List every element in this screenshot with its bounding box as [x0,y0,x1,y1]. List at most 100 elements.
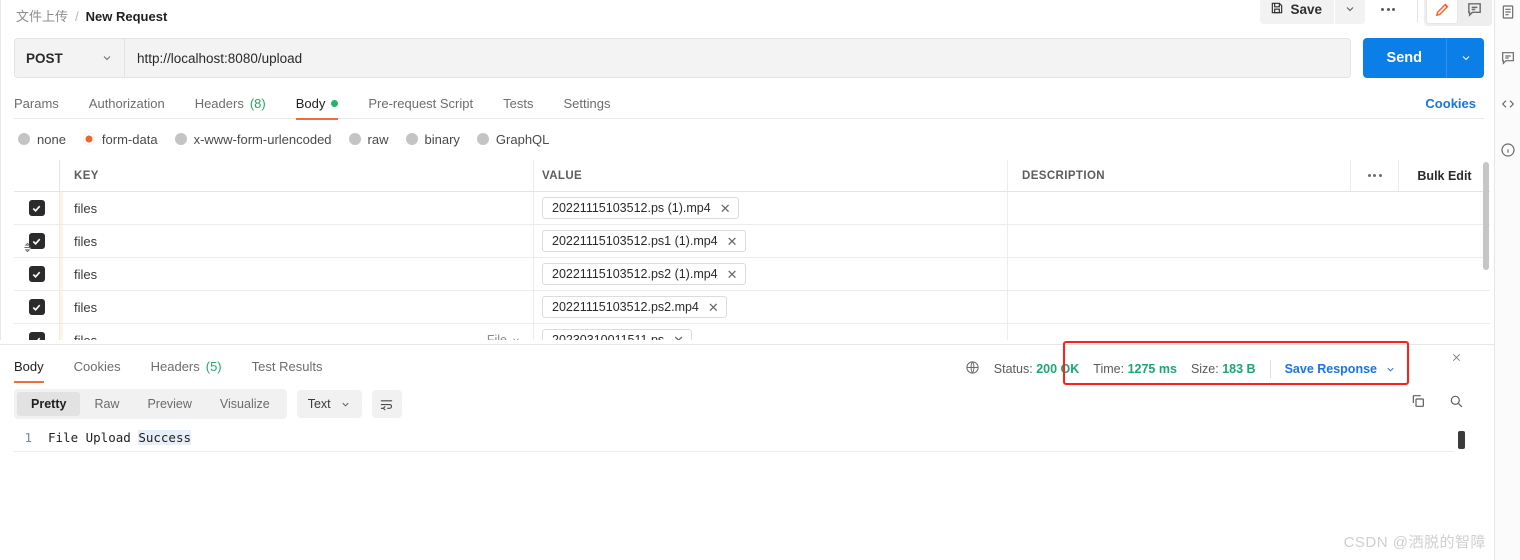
send-dropdown-button[interactable] [1446,38,1484,78]
row-description-cell[interactable] [1008,324,1490,340]
row-checkbox[interactable] [14,291,60,323]
remove-file-icon[interactable]: ✕ [673,334,684,341]
row-accent-strip [60,291,63,323]
bulk-edit-button[interactable]: Bulk Edit [1398,160,1490,191]
tab-headers[interactable]: Headers (8) [195,88,266,119]
edit-mode-button[interactable] [1426,0,1458,24]
send-button[interactable]: Send [1362,38,1446,78]
radio-label: form-data [101,131,158,147]
response-body-content[interactable]: 1 File Upload Success [14,425,1468,545]
response-tab-headers[interactable]: Headers (5) [151,351,222,382]
send-label: Send [1386,50,1422,66]
info-icon[interactable] [1500,142,1516,158]
code-icon[interactable] [1500,96,1516,112]
remove-file-icon[interactable]: ✕ [708,301,719,314]
word-wrap-button[interactable] [371,390,402,418]
view-visualize[interactable]: Visualize [206,392,284,416]
radio-label: GraphQL [495,131,550,147]
tab-authorization[interactable]: Authorization [89,88,165,119]
row-value-cell[interactable]: 20221115103512.ps1 (1).mp4 ✕ [534,225,1008,257]
row-type-label: File [486,333,507,340]
tab-params[interactable]: Params [14,88,59,119]
response-body-scrollbar[interactable] [1458,431,1465,449]
response-tab-cookies[interactable]: Cookies [74,351,121,382]
chevron-down-icon [342,402,349,407]
table-header-row: KEY VALUE DESCRIPTION Bulk Edit [14,160,1490,192]
method-select[interactable]: POST [14,38,124,78]
tab-label: Tests [503,95,534,111]
save-group: Save [1260,0,1365,24]
row-checkbox[interactable] [14,225,60,257]
row-key-cell[interactable]: files [60,225,534,257]
row-value-cell[interactable]: 20230310011511.ps ✕ [534,324,1008,340]
row-checkbox[interactable] [14,258,60,290]
save-response-button[interactable]: Save Response [1285,362,1396,376]
row-description-cell[interactable] [1008,225,1490,257]
tab-label: Headers [150,358,200,374]
remove-file-icon[interactable]: ✕ [727,235,738,248]
view-toggle-group [1424,0,1492,26]
body-type-graphql[interactable]: GraphQL [476,131,550,147]
code-line: 1 File Upload Success [14,430,1468,445]
breadcrumb: 文件上传 / New Request [16,6,167,25]
body-type-none[interactable]: none [18,132,66,147]
radio-icon [476,133,489,145]
save-button[interactable]: Save [1260,0,1334,24]
body-type-raw[interactable]: raw [348,132,389,147]
remove-file-icon[interactable]: ✕ [720,202,731,215]
copy-button[interactable] [1410,393,1426,414]
row-value-cell[interactable]: 20221115103512.ps2 (1).mp4 ✕ [534,258,1008,290]
response-tab-body[interactable]: Body [14,351,44,383]
row-key-cell[interactable]: files [60,291,534,323]
row-checkbox[interactable] [14,192,60,224]
row-value-cell[interactable]: 20221115103512.ps (1).mp4 ✕ [534,192,1008,224]
document-icon[interactable] [1500,4,1516,20]
breadcrumb-request-name[interactable]: New Request [86,9,168,24]
table-scrollbar[interactable] [1483,162,1489,270]
body-type-binary[interactable]: binary [405,131,460,147]
view-raw[interactable]: Raw [80,392,133,416]
row-description-cell[interactable] [1008,291,1490,323]
tab-settings[interactable]: Settings [563,88,610,119]
tab-tests[interactable]: Tests [503,88,533,119]
row-checkbox[interactable] [14,242,60,340]
row-description-cell[interactable] [1008,258,1490,290]
file-chip[interactable]: 20221115103512.ps (1).mp4 ✕ [542,197,739,219]
row-key: files [74,233,98,249]
row-value-cell[interactable]: 20221115103512.ps2.mp4 ✕ [534,291,1008,323]
search-button[interactable] [1448,393,1464,414]
file-chip[interactable]: 20230310011511.ps ✕ [542,329,693,341]
row-description-cell[interactable] [1008,192,1490,224]
url-input[interactable]: http://localhost:8080/upload [124,38,1351,78]
word-wrap-icon [381,399,393,411]
form-data-table: KEY VALUE DESCRIPTION Bulk Edit files 20… [14,160,1490,340]
remove-file-icon[interactable]: ✕ [727,268,738,281]
table-row: files 20221115103512.ps2 (1).mp4 ✕ [14,258,1490,291]
body-type-form-data[interactable]: form-data [82,131,158,147]
file-chip[interactable]: 20221115103512.ps2.mp4 ✕ [542,296,727,318]
content-type-select[interactable]: Text [296,390,362,418]
row-key-cell[interactable]: files [60,192,534,224]
row-key-cell[interactable]: files [60,258,534,290]
body-type-x-www-form-urlencoded[interactable]: x-www-form-urlencoded [174,132,332,147]
tab-body[interactable]: Body [295,88,339,120]
save-dropdown-button[interactable] [1335,0,1365,24]
file-chip[interactable]: 20221115103512.ps2 (1).mp4 ✕ [542,263,746,285]
cookies-link[interactable]: Cookies [1425,88,1476,119]
file-chip[interactable]: 20221115103512.ps1 (1).mp4 ✕ [542,230,746,252]
row-type-select[interactable]: File [487,324,521,340]
response-tab-test-results[interactable]: Test Results [252,351,323,382]
radio-label: binary [424,131,460,147]
breadcrumb-folder[interactable]: 文件上传 [16,6,68,25]
tab-pre-request-script[interactable]: Pre-request Script [368,88,473,119]
comments-button[interactable] [1458,0,1490,24]
row-key-cell[interactable]: files File [60,324,534,340]
close-response-button[interactable] [1446,347,1466,367]
comment-icon[interactable] [1500,50,1516,66]
more-options-button[interactable] [1365,0,1411,24]
view-preview[interactable]: Preview [133,392,205,416]
drag-handle-icon[interactable] [22,241,33,260]
table-options-button[interactable] [1350,160,1398,191]
view-pretty[interactable]: Pretty [17,392,81,416]
chevron-down-icon [513,338,519,340]
